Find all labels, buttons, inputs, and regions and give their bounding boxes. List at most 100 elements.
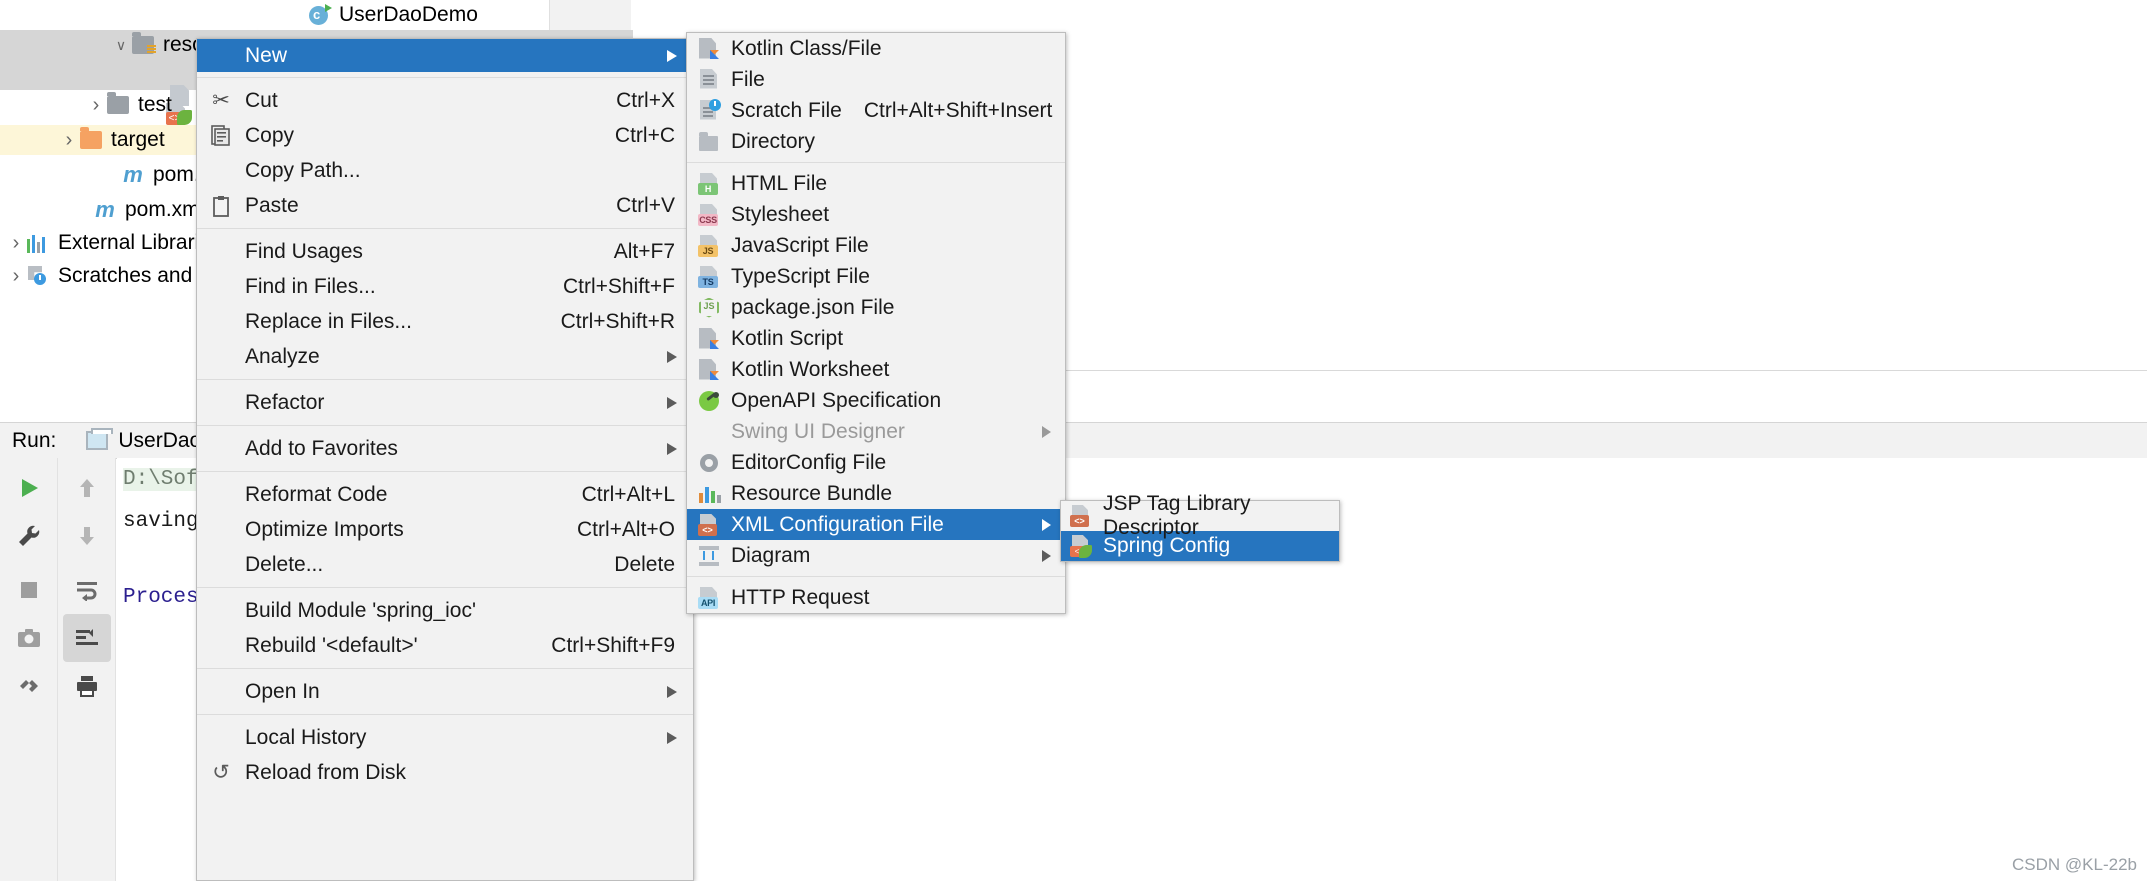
menu-item-optimize-imports[interactable]: Optimize Imports Ctrl+Alt+O — [197, 512, 693, 547]
menu-item-new[interactable]: New — [197, 39, 693, 72]
menu-item-delete[interactable]: Delete... Delete — [197, 547, 693, 582]
menu-item-find-usages[interactable]: Find Usages Alt+F7 — [197, 234, 693, 269]
kotlin-class-run-icon: c — [309, 4, 332, 26]
menu-item-copy[interactable]: Copy Ctrl+C — [197, 118, 693, 153]
stop-icon[interactable] — [0, 566, 58, 614]
new-item-http-request[interactable]: API HTTP Request — [687, 582, 1065, 613]
editor-tab-secondary[interactable] — [549, 0, 631, 30]
menu-separator — [687, 162, 1065, 163]
wrench-icon[interactable] — [0, 512, 58, 560]
new-item-label: TypeScript File — [731, 264, 870, 288]
menu-item-local-history[interactable]: Local History — [197, 720, 693, 755]
threads-icon[interactable] — [0, 662, 58, 710]
scroll-to-end-icon[interactable] — [63, 614, 111, 662]
new-item-label: Kotlin Worksheet — [731, 357, 890, 381]
new-item-openapi-specification[interactable]: OpenAPI Specification — [687, 385, 1065, 416]
new-item-label: File — [731, 67, 765, 91]
http-request-icon: API — [697, 586, 731, 610]
chevron-right-icon — [1042, 425, 1051, 438]
editor-divider — [1066, 370, 2147, 371]
new-item-stylesheet[interactable]: CSS Stylesheet — [687, 199, 1065, 230]
menu-item-accel: Ctrl+V — [616, 193, 675, 217]
menu-separator — [197, 668, 693, 669]
run-toolbar-primary — [0, 458, 58, 881]
new-item-xml-configuration-file[interactable]: <> XML Configuration File — [687, 509, 1065, 540]
new-item-scratch-file[interactable]: Scratch File Ctrl+Alt+Shift+Insert — [687, 95, 1065, 126]
rerun-icon[interactable] — [0, 464, 58, 512]
paste-icon — [197, 195, 245, 217]
resource-bundle-icon — [697, 482, 731, 506]
menu-item-accel: Delete — [614, 552, 675, 576]
typescript-file-icon: TS — [697, 265, 731, 289]
external-libraries-icon — [27, 234, 49, 253]
xml-item-jsp-tag-library-descriptor[interactable]: <> JSP Tag Library Descriptor — [1061, 492, 1339, 539]
arrow-up-icon[interactable] — [58, 464, 116, 512]
menu-item-label: Reload from Disk — [245, 760, 407, 784]
new-item-kotlin-worksheet[interactable]: Kotlin Worksheet — [687, 354, 1065, 385]
menu-item-accel: Ctrl+Alt+L — [581, 482, 675, 506]
new-item-kotlin-class-file[interactable]: Kotlin Class/File — [687, 33, 1065, 64]
chevron-down-icon[interactable] — [110, 37, 132, 54]
css-file-icon: CSS — [697, 203, 731, 227]
menu-item-label: Cut — [245, 88, 278, 112]
menu-item-label: Build Module 'spring_ioc' — [245, 598, 476, 622]
menu-separator — [197, 425, 693, 426]
new-item-package-json-file[interactable]: JS package.json File — [687, 292, 1065, 323]
new-item-label: HTTP Request — [731, 585, 870, 609]
new-item-label: Diagram — [731, 543, 811, 567]
new-item-file[interactable]: File — [687, 64, 1065, 95]
menu-item-open-in[interactable]: Open In — [197, 674, 693, 709]
xml-config-icon: <> — [697, 513, 731, 537]
chevron-right-icon — [1042, 549, 1051, 562]
camera-icon[interactable] — [0, 614, 58, 662]
new-submenu: Kotlin Class/File File Scratch File Ctrl… — [686, 32, 1066, 614]
menu-item-rebuild[interactable]: Rebuild '<default>' Ctrl+Shift+F9 — [197, 628, 693, 663]
chevron-right-icon — [667, 350, 677, 363]
menu-item-build-module[interactable]: Build Module 'spring_ioc' — [197, 593, 693, 628]
new-item-editorconfig-file[interactable]: EditorConfig File — [687, 447, 1065, 478]
menu-item-accel: Alt+F7 — [613, 239, 675, 263]
menu-item-label: Find Usages — [245, 239, 363, 263]
menu-item-replace-in-files[interactable]: Replace in Files... Ctrl+Shift+R — [197, 304, 693, 339]
xml-item-label: JSP Tag Library Descriptor — [1103, 492, 1251, 539]
new-item-diagram[interactable]: Diagram — [687, 540, 1065, 571]
new-item-directory[interactable]: Directory — [687, 126, 1065, 157]
javascript-file-icon: JS — [697, 234, 731, 258]
menu-item-copy-path[interactable]: Copy Path... — [197, 153, 693, 188]
new-item-html-file[interactable]: H HTML File — [687, 168, 1065, 199]
menu-item-accel: Ctrl+X — [616, 88, 675, 112]
menu-item-analyze[interactable]: Analyze — [197, 339, 693, 374]
menu-item-reload-from-disk[interactable]: ↺ Reload from Disk — [197, 755, 693, 790]
xml-configuration-submenu: <> JSP Tag Library Descriptor < Spring C… — [1060, 492, 1340, 562]
menu-item-reformat-code[interactable]: Reformat Code Ctrl+Alt+L — [197, 477, 693, 512]
arrow-down-icon[interactable] — [58, 512, 116, 560]
new-item-resource-bundle[interactable]: Resource Bundle — [687, 478, 1065, 509]
maven-m-icon: m — [123, 162, 143, 187]
new-item-label: Swing UI Designer — [731, 419, 905, 443]
new-item-kotlin-script[interactable]: Kotlin Script — [687, 323, 1065, 354]
menu-item-paste[interactable]: Paste Ctrl+V — [197, 188, 693, 223]
print-icon[interactable] — [58, 662, 116, 710]
new-item-typescript-file[interactable]: TS TypeScript File — [687, 261, 1065, 292]
scissors-icon: ✂ — [212, 89, 230, 112]
menu-item-label: Refactor — [245, 390, 325, 414]
soft-wrap-icon[interactable] — [58, 566, 116, 614]
chevron-right-icon[interactable] — [5, 265, 27, 288]
editor-tab-userdaodemo[interactable]: c UserDaoDemo — [283, 0, 549, 30]
diagram-icon — [697, 545, 731, 567]
copy-icon — [197, 124, 245, 147]
chevron-right-icon[interactable] — [58, 129, 80, 152]
menu-item-find-in-files[interactable]: Find in Files... Ctrl+Shift+F — [197, 269, 693, 304]
menu-item-refactor[interactable]: Refactor — [197, 385, 693, 420]
chevron-right-icon — [1042, 518, 1051, 531]
menu-item-label: Optimize Imports — [245, 517, 404, 541]
chevron-right-icon[interactable] — [5, 232, 27, 255]
xml-item-label: Spring Config — [1103, 534, 1231, 557]
tree-item-label: Scratches and C — [58, 264, 214, 287]
chevron-right-icon[interactable] — [85, 94, 107, 117]
new-item-javascript-file[interactable]: JS JavaScript File — [687, 230, 1065, 261]
new-item-label: HTML File — [731, 171, 828, 195]
menu-item-cut[interactable]: ✂ Cut Ctrl+X — [197, 83, 693, 118]
new-item-label: Kotlin Script — [731, 326, 844, 350]
menu-item-add-to-favorites[interactable]: Add to Favorites — [197, 431, 693, 466]
